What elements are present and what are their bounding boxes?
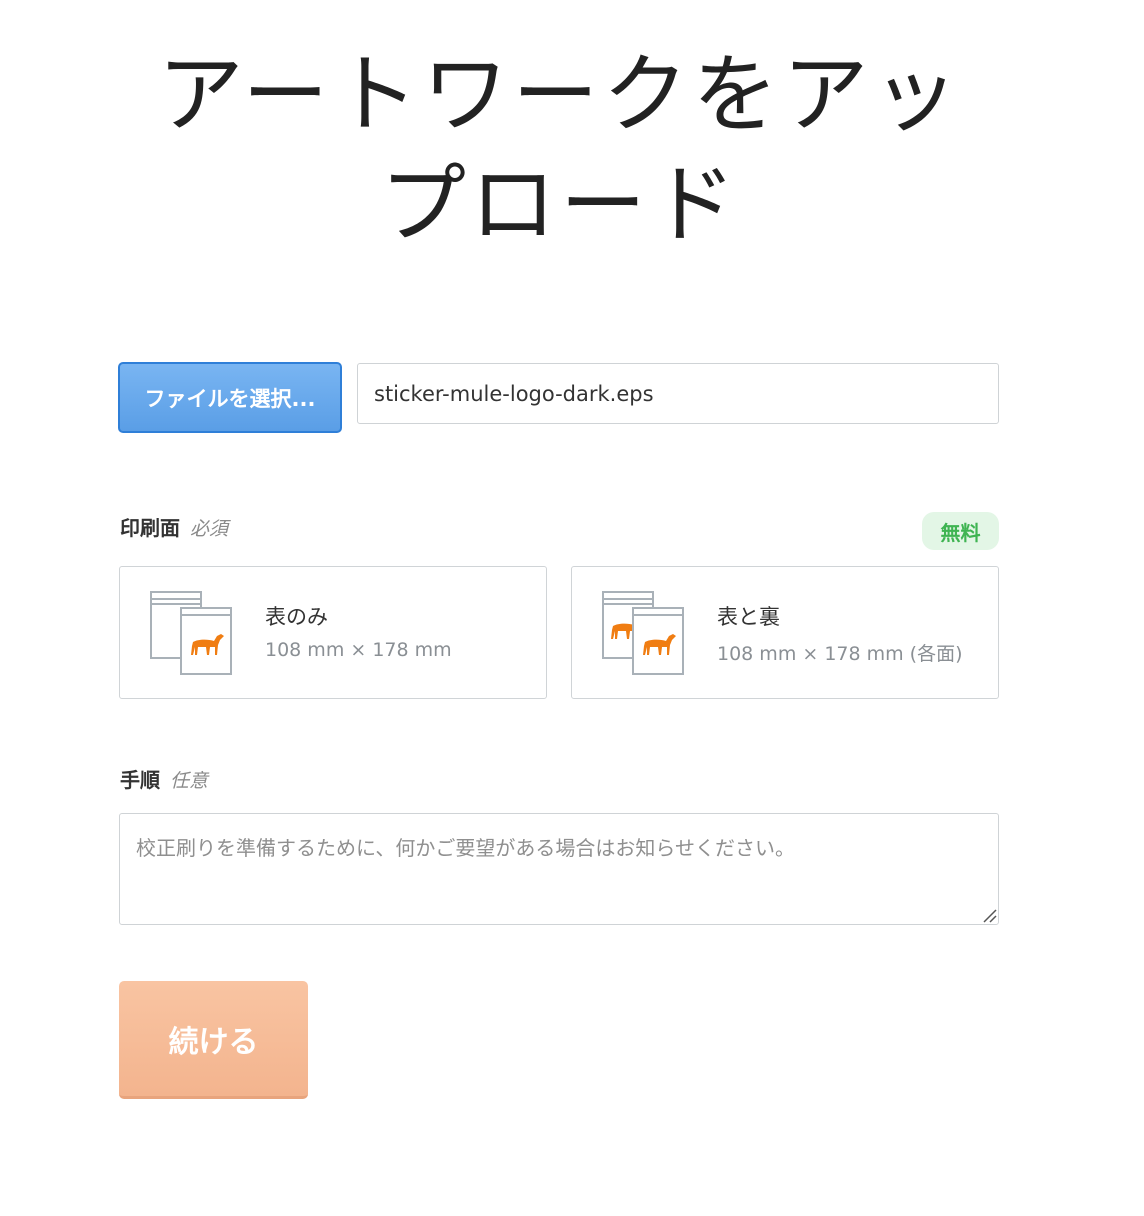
resize-handle-icon[interactable] xyxy=(981,907,997,923)
sticker-front-and-back-icon xyxy=(602,591,684,675)
print-side-label-text: 印刷面 xyxy=(120,516,180,540)
instructions-textarea[interactable] xyxy=(119,813,999,925)
required-note: 必須 xyxy=(190,518,229,540)
free-badge: 無料 xyxy=(922,512,999,550)
instructions-label: 手順 任意 xyxy=(120,764,208,793)
option-size: 108 mm × 178 mm (各面) xyxy=(717,643,963,665)
file-name-text: sticker-mule-logo-dark.eps xyxy=(374,381,654,406)
print-option-front-and-back[interactable]: 表と裏 108 mm × 178 mm (各面) xyxy=(571,566,999,699)
selected-file-name: sticker-mule-logo-dark.eps xyxy=(357,363,999,424)
print-side-label: 印刷面 必須 xyxy=(120,512,228,541)
option-title: 表のみ xyxy=(265,605,328,629)
continue-button[interactable]: 続ける xyxy=(119,981,308,1099)
optional-note: 任意 xyxy=(170,770,209,792)
sticker-front-only-icon xyxy=(150,591,232,675)
choose-file-button[interactable]: ファイルを選択... xyxy=(118,362,342,433)
option-size: 108 mm × 178 mm xyxy=(265,639,452,661)
instructions-label-text: 手順 xyxy=(120,768,160,792)
print-option-front-only[interactable]: 表のみ 108 mm × 178 mm xyxy=(119,566,547,699)
page-title: アートワークをアップロード xyxy=(157,45,963,255)
option-title: 表と裏 xyxy=(717,605,780,629)
